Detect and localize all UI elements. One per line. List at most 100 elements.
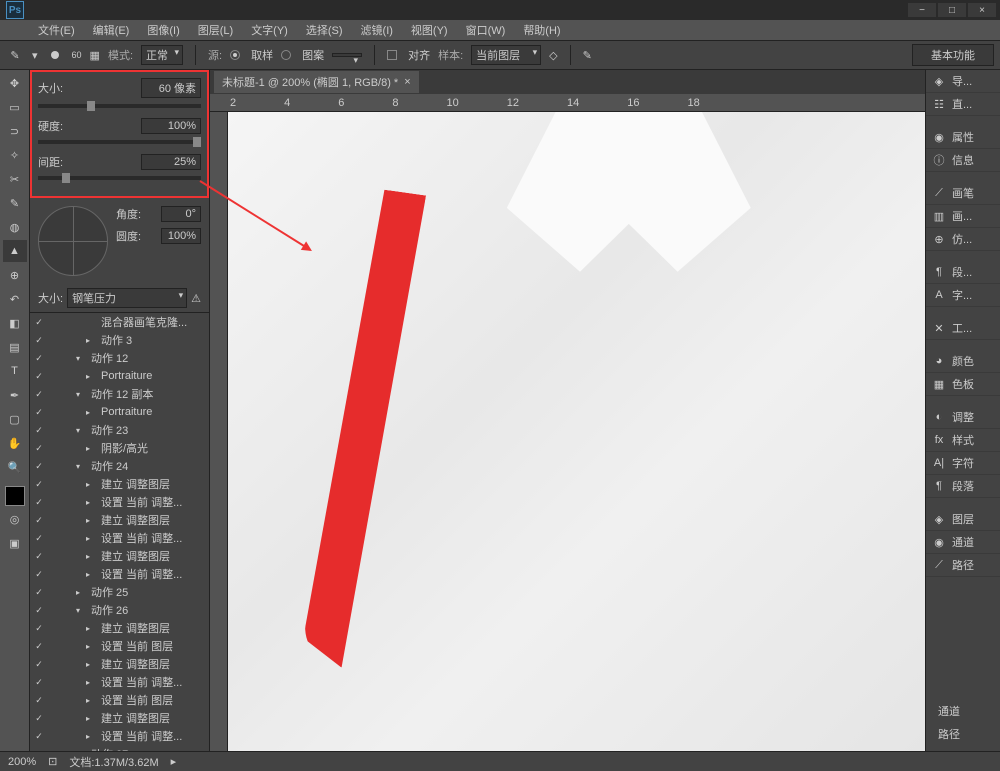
action-row[interactable]: ✓▸Portraiture — [30, 367, 209, 385]
menu-filter[interactable]: 滤镜(I) — [353, 20, 401, 40]
action-row[interactable]: ✓▸设置 当前 调整... — [30, 529, 209, 547]
text-tool[interactable]: T — [3, 360, 27, 382]
action-row[interactable]: ✓▾动作 23 — [30, 421, 209, 439]
visibility-icon[interactable]: ✓ — [32, 711, 46, 725]
screenmode-icon[interactable]: ▣ — [3, 532, 27, 554]
panel-swatches[interactable]: ▦色板 — [926, 373, 1000, 396]
panel-paragraph2[interactable]: ¶段落 — [926, 475, 1000, 498]
action-row[interactable]: ✓▸建立 调整图层 — [30, 709, 209, 727]
expand-arrow-icon[interactable]: ▸ — [86, 570, 96, 579]
wand-tool[interactable]: ✧ — [3, 144, 27, 166]
menu-image[interactable]: 图像(I) — [139, 20, 187, 40]
action-row[interactable]: ✓▾动作 26 — [30, 601, 209, 619]
expand-arrow-icon[interactable]: ▸ — [86, 480, 96, 489]
mode-select[interactable]: 正常 — [141, 45, 183, 65]
action-row[interactable]: ✓▸设置 当前 调整... — [30, 727, 209, 745]
panel-adjustments[interactable]: ◐调整 — [926, 406, 1000, 429]
status-arrow-icon[interactable]: ▸ — [171, 755, 177, 768]
panel-tools[interactable]: ✕工... — [926, 317, 1000, 340]
expand-arrow-icon[interactable]: ▾ — [76, 426, 86, 435]
angle-control[interactable] — [38, 206, 108, 276]
visibility-icon[interactable]: ✓ — [32, 315, 46, 329]
action-row[interactable]: ✓▸阴影/高光 — [30, 439, 209, 457]
panel-brush[interactable]: ⟋画笔 — [926, 182, 1000, 205]
action-row[interactable]: ✓▾动作 24 — [30, 457, 209, 475]
quickmask-icon[interactable]: ◎ — [3, 508, 27, 530]
panel-styles[interactable]: fx样式 — [926, 429, 1000, 452]
hardness-input[interactable]: 100% — [141, 118, 201, 134]
expand-arrow-icon[interactable]: ▸ — [86, 534, 96, 543]
menu-type[interactable]: 文字(Y) — [243, 20, 296, 40]
crop-tool[interactable]: ✂ — [3, 168, 27, 190]
roundness-input[interactable]: 100% — [161, 228, 201, 244]
visibility-icon[interactable]: ✓ — [32, 477, 46, 491]
action-row[interactable]: ✓▸设置 当前 图层 — [30, 691, 209, 709]
heal-tool[interactable]: ◍ — [3, 216, 27, 238]
expand-arrow-icon[interactable]: ▸ — [76, 588, 86, 597]
panel-histogram[interactable]: ☷直... — [926, 93, 1000, 116]
expand-arrow-icon[interactable]: ▸ — [86, 516, 96, 525]
aligned-check[interactable] — [387, 50, 397, 60]
minimize-button[interactable]: − — [908, 3, 936, 17]
gradient-tool[interactable]: ▤ — [3, 336, 27, 358]
visibility-icon[interactable]: ✓ — [32, 495, 46, 509]
expand-arrow-icon[interactable]: ▸ — [86, 498, 96, 507]
panel-channels2[interactable]: 通道 — [932, 699, 994, 722]
brush-preset-icon[interactable]: ▦ — [90, 49, 100, 62]
visibility-icon[interactable]: ✓ — [32, 747, 46, 751]
action-row[interactable]: ✓▸建立 调整图层 — [30, 511, 209, 529]
dropdown-arrow-icon[interactable]: ▾ — [32, 49, 38, 62]
sample-select[interactable]: 当前图层 — [471, 45, 541, 65]
brush-tool[interactable]: ▲ — [3, 240, 27, 262]
spacing-input[interactable]: 25% — [141, 154, 201, 170]
stamp-tool[interactable]: ⊕ — [3, 264, 27, 286]
panel-character2[interactable]: A|字符 — [926, 452, 1000, 475]
action-row[interactable]: ✓▸设置 当前 调整... — [30, 565, 209, 583]
visibility-icon[interactable]: ✓ — [32, 603, 46, 617]
eraser-tool[interactable]: ◧ — [3, 312, 27, 334]
action-row[interactable]: ✓混合器画笔克隆... — [30, 313, 209, 331]
action-row[interactable]: ✓▸设置 当前 调整... — [30, 493, 209, 511]
visibility-icon[interactable]: ✓ — [32, 657, 46, 671]
action-row[interactable]: ✓▸设置 当前 图层 — [30, 637, 209, 655]
visibility-icon[interactable]: ✓ — [32, 333, 46, 347]
panel-navigator[interactable]: ◈导... — [926, 70, 1000, 93]
eyedropper-tool[interactable]: ✎ — [3, 192, 27, 214]
menu-select[interactable]: 选择(S) — [298, 20, 351, 40]
move-tool[interactable]: ✥ — [3, 72, 27, 94]
menu-file[interactable]: 文件(E) — [30, 20, 83, 40]
visibility-icon[interactable]: ✓ — [32, 621, 46, 635]
visibility-icon[interactable]: ✓ — [32, 639, 46, 653]
action-row[interactable]: ✓▸建立 调整图层 — [30, 655, 209, 673]
panel-character[interactable]: A字... — [926, 284, 1000, 307]
panel-paths[interactable]: ⟋路径 — [926, 554, 1000, 577]
visibility-icon[interactable]: ✓ — [32, 675, 46, 689]
size-slider[interactable] — [38, 104, 201, 108]
ignore-adjust-icon[interactable]: ◇ — [549, 49, 557, 62]
workspace-switcher[interactable]: 基本功能 — [912, 44, 994, 66]
panel-brush-presets[interactable]: ▥画... — [926, 205, 1000, 228]
expand-arrow-icon[interactable]: ▸ — [86, 660, 96, 669]
visibility-icon[interactable]: ✓ — [32, 423, 46, 437]
expand-arrow-icon[interactable]: ▸ — [86, 678, 96, 687]
visibility-icon[interactable]: ✓ — [32, 405, 46, 419]
visibility-icon[interactable]: ✓ — [32, 531, 46, 545]
visibility-icon[interactable]: ✓ — [32, 585, 46, 599]
menu-layer[interactable]: 图层(L) — [190, 20, 241, 40]
visibility-icon[interactable]: ✓ — [32, 513, 46, 527]
panel-paragraph[interactable]: ¶段... — [926, 261, 1000, 284]
panel-channels[interactable]: ◉通道 — [926, 531, 1000, 554]
visibility-icon[interactable]: ✓ — [32, 459, 46, 473]
action-row[interactable]: ✓▸设置 当前 调整... — [30, 673, 209, 691]
document-tab[interactable]: 未标题-1 @ 200% (椭圆 1, RGB/8) *× — [214, 71, 419, 93]
visibility-icon[interactable]: ✓ — [32, 693, 46, 707]
expand-arrow-icon[interactable]: ▾ — [76, 462, 86, 471]
visibility-icon[interactable]: ✓ — [32, 387, 46, 401]
expand-arrow-icon[interactable]: ▸ — [86, 696, 96, 705]
expand-arrow-icon[interactable]: ▸ — [86, 444, 96, 453]
foreground-color[interactable] — [5, 486, 25, 506]
expand-arrow-icon[interactable]: ▸ — [86, 732, 96, 741]
panel-clone[interactable]: ⊕仿... — [926, 228, 1000, 251]
expand-arrow-icon[interactable]: ▾ — [76, 354, 86, 363]
lasso-tool[interactable]: ⊃ — [3, 120, 27, 142]
